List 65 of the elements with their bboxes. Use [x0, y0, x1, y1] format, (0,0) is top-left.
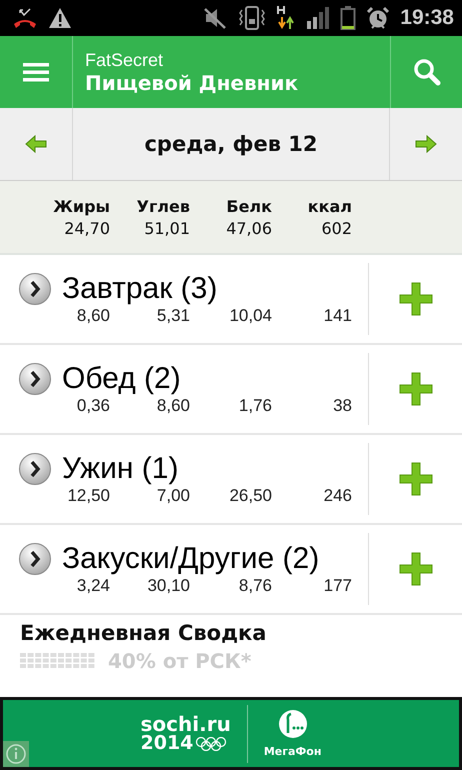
meal-name: Ужин (1): [62, 452, 178, 486]
total-value: 602: [320, 218, 352, 238]
plus-icon: [398, 372, 432, 406]
screen-title: Пищевой Дневник: [85, 70, 300, 94]
plus-icon: [398, 462, 432, 496]
ad-brand-text: МегаФон: [264, 745, 322, 758]
meal-value: 30,10: [146, 576, 190, 596]
progress-grid-icon: [20, 653, 96, 669]
megafon-logo-icon: [278, 709, 308, 739]
meal-value: 38: [332, 396, 352, 416]
vibrate-icon: [238, 5, 266, 31]
column-label: ккал: [306, 196, 352, 216]
column-label: Белк: [225, 196, 272, 216]
meal-row[interactable]: Ужин (1) 12,50 7,00 26,50 246: [0, 435, 368, 523]
meal-value: 0,36: [76, 396, 110, 416]
plus-icon: [398, 282, 432, 316]
search-icon: [412, 58, 440, 86]
plus-icon: [398, 552, 432, 586]
missed-call-icon: [12, 7, 38, 29]
meal-value: 5,31: [156, 306, 190, 326]
meal-value: 12,50: [66, 486, 110, 506]
expand-chevron-icon: [18, 362, 52, 396]
expand-chevron-icon: [18, 452, 52, 486]
expand-chevron-icon: [18, 272, 52, 306]
meal-value: 177: [322, 576, 352, 596]
signal-icon: [306, 6, 330, 30]
meal-value: 8,60: [156, 396, 190, 416]
status-time: 19:38: [400, 6, 454, 30]
info-icon: [3, 741, 29, 767]
mute-icon: [202, 6, 228, 30]
arrow-left-icon: [24, 134, 48, 154]
meal-value: 141: [322, 306, 352, 326]
meal-name: Закуски/Другие (2): [62, 542, 320, 576]
ad-logo-text: sochi.ru: [140, 714, 231, 734]
meal-name: Завтрак (3): [62, 272, 218, 306]
column-label: Углев: [136, 196, 190, 216]
arrow-right-icon: [414, 134, 438, 154]
rings-icon: [195, 736, 228, 750]
ad-year: 2014: [140, 734, 194, 753]
meal-value: 10,04: [228, 306, 272, 326]
meal-value: 3,24: [76, 576, 110, 596]
app-name: FatSecret: [85, 50, 164, 70]
meal-row[interactable]: Обед (2) 0,36 8,60 1,76 38: [0, 345, 368, 433]
meal-value: 1,76: [238, 396, 272, 416]
meal-row[interactable]: Закуски/Другие (2) 3,24 30,10 8,76 177: [0, 525, 368, 613]
meal-value: 8,76: [238, 576, 272, 596]
warning-icon: [48, 7, 72, 29]
meal-value: 8,60: [76, 306, 110, 326]
section-title: Ежедневная Сводка: [20, 621, 268, 645]
date-label: среда, фев 12: [143, 132, 319, 156]
alarm-clock-icon: [366, 6, 390, 30]
column-label: Жиры: [52, 196, 110, 216]
meal-name: Обед (2): [62, 362, 181, 396]
meal-row[interactable]: Завтрак (3) 8,60 5,31 10,04 141: [0, 255, 368, 343]
menu-icon: [23, 62, 49, 82]
battery-icon: [340, 5, 356, 31]
data-transfer-icon: [276, 5, 296, 31]
expand-chevron-icon: [18, 542, 52, 576]
meal-value: 246: [322, 486, 352, 506]
meal-value: 26,50: [228, 486, 272, 506]
meal-value: 7,00: [156, 486, 190, 506]
ad-banner[interactable]: sochi.ru 2014 МегаФон: [0, 697, 462, 770]
total-value: 51,01: [143, 218, 190, 238]
total-value: 24,70: [63, 218, 110, 238]
total-value: 47,06: [225, 218, 272, 238]
